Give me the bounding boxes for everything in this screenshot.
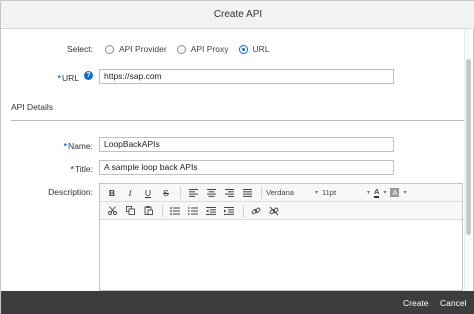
dialog-title: Create API [213, 9, 263, 20]
name-input[interactable]: LoopBackAPIs [99, 137, 394, 152]
font-family-dropdown[interactable]: Verdana ▾ [266, 188, 318, 197]
url-label-text: URL [61, 73, 79, 83]
description-rich-text-editor: B I U S Verdana ▾ 11pt ▾ A ▾ A ▾ [99, 183, 463, 291]
outdent-icon[interactable] [203, 204, 219, 218]
url-label: *URL [41, 73, 79, 83]
chevron-down-icon: ▾ [383, 190, 387, 196]
font-size-dropdown[interactable]: 11pt ▾ [322, 188, 370, 197]
required-asterisk: * [70, 164, 74, 174]
help-icon[interactable]: ? [84, 71, 93, 80]
create-api-dialog: Create API Select: API Provider API Prox… [0, 0, 474, 314]
toolbar-separator [243, 204, 244, 217]
radio-url[interactable]: URL [238, 44, 270, 54]
description-editor-content[interactable] [100, 220, 462, 290]
api-details-section-title: API Details [11, 102, 54, 112]
url-input[interactable]: https://sap.com [99, 69, 394, 84]
dialog-header: Create API [1, 1, 474, 29]
numbered-list-icon[interactable] [185, 204, 201, 218]
radio-label: API Provider [119, 44, 167, 54]
dialog-footer: Create Cancel [1, 291, 474, 314]
editor-toolbar-row-1: B I U S Verdana ▾ 11pt ▾ A ▾ A ▾ [100, 184, 462, 202]
title-label: *Title: [41, 164, 93, 174]
chevron-down-icon: ▾ [403, 190, 407, 196]
font-size-value: 11pt [322, 188, 337, 197]
align-left-icon[interactable] [185, 186, 201, 200]
radio-label: API Proxy [190, 44, 229, 54]
title-label-text: Title: [74, 164, 93, 174]
paste-icon[interactable] [140, 204, 156, 218]
indent-icon[interactable] [221, 204, 237, 218]
bold-button[interactable]: B [104, 186, 120, 200]
api-type-radio-group: API Provider API Proxy URL [105, 44, 280, 54]
cut-icon[interactable] [104, 204, 120, 218]
highlight-color-dropdown[interactable]: A ▾ [390, 188, 406, 197]
select-label: Select: [67, 44, 93, 54]
toolbar-separator [261, 186, 262, 199]
name-label-text: Name: [67, 141, 93, 151]
create-button[interactable]: Create [403, 291, 429, 314]
bullet-list-icon[interactable] [167, 204, 183, 218]
radio-api-proxy[interactable]: API Proxy [176, 44, 229, 54]
unlink-icon[interactable] [266, 204, 282, 218]
underline-button[interactable]: U [140, 186, 156, 200]
scrollbar-thumb[interactable] [466, 59, 471, 235]
font-family-value: Verdana [266, 188, 294, 197]
dialog-scrollbar[interactable] [464, 29, 473, 291]
italic-button[interactable]: I [122, 186, 138, 200]
title-input[interactable]: A sample loop back APIs [99, 160, 394, 175]
highlight-color-icon: A [390, 188, 400, 197]
radio-circle [176, 44, 186, 54]
radio-label: URL [252, 44, 270, 54]
radio-api-provider[interactable]: API Provider [105, 44, 167, 54]
toolbar-separator [162, 204, 163, 217]
font-color-icon: A [374, 186, 380, 198]
cancel-button[interactable]: Cancel [440, 291, 466, 314]
editor-toolbar-row-2 [100, 202, 462, 220]
toolbar-separator [180, 186, 181, 199]
justify-icon[interactable] [239, 186, 255, 200]
align-center-icon[interactable] [203, 186, 219, 200]
chevron-down-icon: ▾ [314, 190, 318, 196]
radio-circle-selected [238, 44, 248, 54]
radio-circle [105, 44, 114, 54]
description-label: Description: [48, 187, 93, 197]
strikethrough-button[interactable]: S [158, 186, 174, 200]
section-divider [11, 120, 464, 121]
copy-icon[interactable] [122, 204, 138, 218]
required-asterisk: * [57, 73, 61, 83]
chevron-down-icon: ▾ [366, 190, 370, 196]
align-right-icon[interactable] [221, 186, 237, 200]
required-asterisk: * [63, 141, 67, 151]
link-icon[interactable] [248, 204, 264, 218]
font-color-dropdown[interactable]: A ▾ [374, 186, 387, 198]
name-label: *Name: [41, 141, 93, 151]
